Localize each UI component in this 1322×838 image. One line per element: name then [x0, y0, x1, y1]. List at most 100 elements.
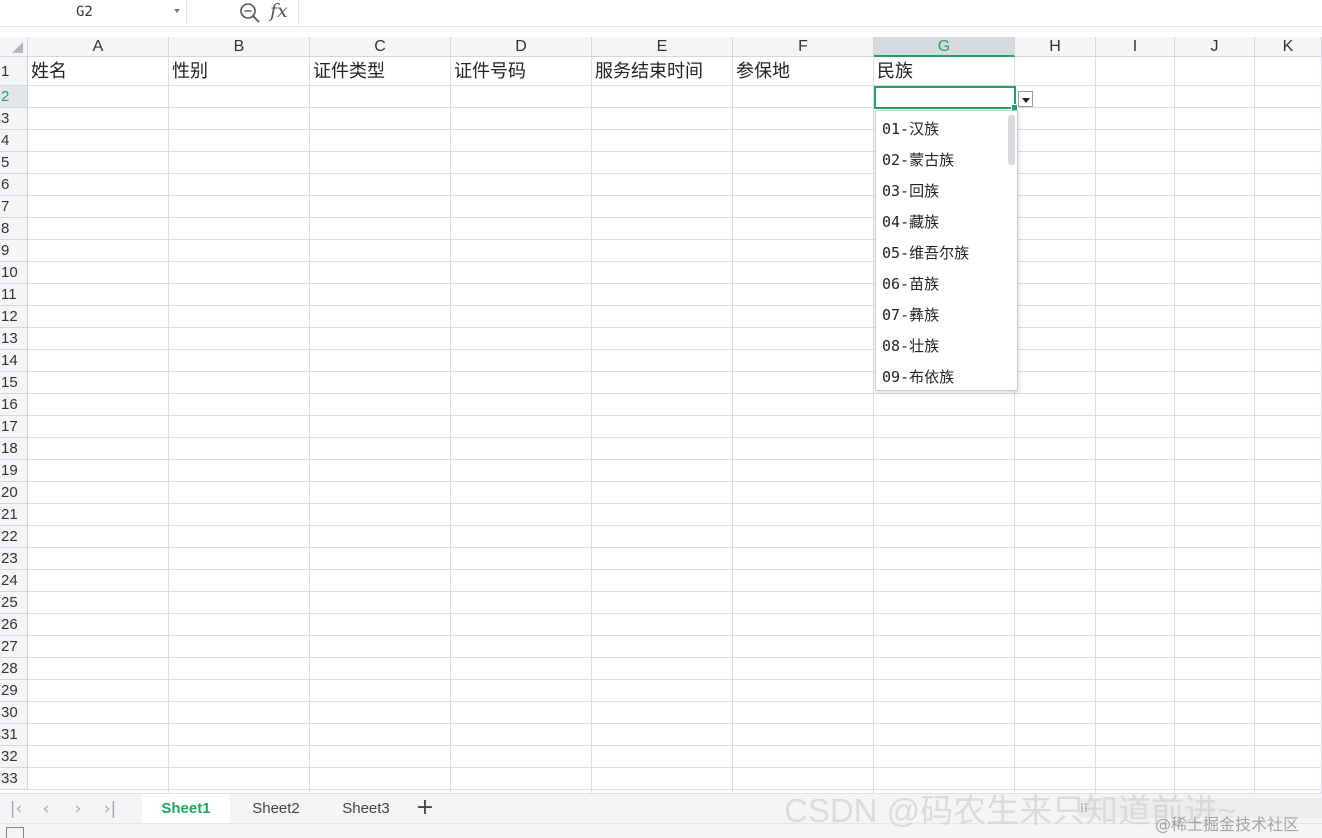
dropdown-option[interactable]: 05-维吾尔族	[876, 238, 1006, 269]
dropdown-option[interactable]: 01-汉族	[876, 114, 1006, 145]
row-header-23[interactable]: 23	[0, 548, 28, 570]
row-header-30[interactable]: 30	[0, 702, 28, 724]
row-header-14[interactable]: 14	[0, 350, 28, 372]
grid-row-line	[28, 767, 1322, 768]
row-header-27[interactable]: 27	[0, 636, 28, 658]
validation-dropdown-button[interactable]	[1018, 91, 1033, 107]
row-header-10[interactable]: 10	[0, 262, 28, 284]
sheet-tab-1[interactable]: Sheet1	[142, 794, 230, 823]
grid-column-line	[450, 57, 451, 793]
dropdown-option[interactable]: 06-苗族	[876, 269, 1006, 300]
header-cell-c1[interactable]: 证件类型	[310, 58, 450, 86]
row-header-3[interactable]: 3	[0, 108, 28, 130]
row-header-2[interactable]: 2	[0, 86, 28, 108]
dropdown-scrollbar[interactable]	[1008, 115, 1015, 165]
row-header-25[interactable]: 25	[0, 592, 28, 614]
sheet-tab-2[interactable]: Sheet2	[232, 794, 320, 823]
watermark-small-text: @稀土掘金技术社区	[1155, 815, 1300, 834]
grid-row-line	[28, 261, 1322, 262]
header-cell-a1[interactable]: 姓名	[28, 58, 168, 86]
row-header-28[interactable]: 28	[0, 658, 28, 680]
column-header-e[interactable]: E	[592, 37, 733, 57]
first-sheet-icon[interactable]: |‹	[6, 798, 26, 820]
row-header-15[interactable]: 15	[0, 372, 28, 394]
grid-row-line	[28, 569, 1322, 570]
column-header-j[interactable]: J	[1175, 37, 1255, 57]
last-sheet-icon[interactable]: ›|	[100, 798, 120, 820]
grid-row-line	[28, 591, 1322, 592]
column-header-g[interactable]: G	[874, 37, 1015, 57]
header-cell-g1[interactable]: 民族	[874, 58, 1014, 86]
column-header-b[interactable]: B	[169, 37, 310, 57]
row-header-5[interactable]: 5	[0, 152, 28, 174]
row-header-19[interactable]: 19	[0, 460, 28, 482]
header-cell-d1[interactable]: 证件号码	[451, 58, 591, 86]
grid-row-line	[28, 371, 1322, 372]
row-header-7[interactable]: 7	[0, 196, 28, 218]
next-sheet-icon[interactable]: ›	[68, 798, 88, 820]
row-header-8[interactable]: 8	[0, 218, 28, 240]
row-header-4[interactable]: 4	[0, 130, 28, 152]
grid-row-line	[28, 459, 1322, 460]
header-cell-b1[interactable]: 性别	[169, 58, 309, 86]
formula-input[interactable]	[302, 0, 1320, 25]
row-header-21[interactable]: 21	[0, 504, 28, 526]
column-header-a[interactable]: A	[28, 37, 169, 57]
add-sheet-button[interactable]: +	[414, 795, 436, 821]
row-header-22[interactable]: 22	[0, 526, 28, 548]
row-header-17[interactable]: 17	[0, 416, 28, 438]
grid-row-line	[28, 745, 1322, 746]
spreadsheet-grid[interactable]: A B C D E F G H I J K 1 2 3 4 5 6 7 8 9 10 11 12 13 14 15 16 17 18 19…	[0, 37, 1322, 793]
row-header-26[interactable]: 26	[0, 614, 28, 636]
column-header-c[interactable]: C	[310, 37, 451, 57]
grid-row-line	[28, 151, 1322, 152]
grid-row-line	[28, 107, 1322, 108]
row-header-9[interactable]: 9	[0, 240, 28, 262]
row-header-18[interactable]: 18	[0, 438, 28, 460]
column-header-d[interactable]: D	[451, 37, 592, 57]
zoom-icon[interactable]	[238, 1, 262, 25]
grid-row-line	[28, 701, 1322, 702]
page-view-icon[interactable]	[6, 827, 24, 838]
dropdown-option[interactable]: 03-回族	[876, 176, 1006, 207]
row-header-32[interactable]: 32	[0, 746, 28, 768]
grid-row-line	[28, 195, 1322, 196]
select-all-corner[interactable]	[0, 37, 28, 57]
row-header-29[interactable]: 29	[0, 680, 28, 702]
active-cell-g2[interactable]	[874, 86, 1018, 111]
row-header-33[interactable]: 33	[0, 768, 28, 790]
name-box[interactable]: G2	[0, 0, 187, 24]
row-header-13[interactable]: 13	[0, 328, 28, 350]
column-header-k[interactable]: K	[1255, 37, 1322, 57]
column-header-f[interactable]: F	[733, 37, 874, 57]
row-header-1[interactable]: 1	[0, 57, 28, 86]
validation-dropdown-list[interactable]: 01-汉族 02-蒙古族 03-回族 04-藏族 05-维吾尔族 06-苗族 07-彝族 08…	[875, 110, 1018, 391]
header-cell-e1[interactable]: 服务结束时间	[592, 58, 732, 86]
name-box-dropdown-icon[interactable]	[174, 9, 180, 13]
dropdown-option[interactable]: 04-藏族	[876, 207, 1006, 238]
grid-column-line	[1174, 57, 1175, 793]
grid-row-line	[28, 415, 1322, 416]
row-header-12[interactable]: 12	[0, 306, 28, 328]
prev-sheet-icon[interactable]: ‹	[36, 798, 56, 820]
row-header-11[interactable]: 11	[0, 284, 28, 306]
grid-column-line	[309, 57, 310, 793]
row-header-24[interactable]: 24	[0, 570, 28, 592]
sheet-tab-3[interactable]: Sheet3	[322, 794, 410, 823]
row-header-31[interactable]: 31	[0, 724, 28, 746]
fx-icon[interactable]: fx	[270, 0, 288, 22]
row-header-20[interactable]: 20	[0, 482, 28, 504]
dropdown-option[interactable]: 08-壮族	[876, 331, 1006, 362]
row-header-16[interactable]: 16	[0, 394, 28, 416]
grid-row-line	[28, 129, 1322, 130]
column-header-i[interactable]: I	[1096, 37, 1175, 57]
column-header-h[interactable]: H	[1015, 37, 1096, 57]
grid-row-line	[28, 679, 1322, 680]
dropdown-option[interactable]: 07-彝族	[876, 300, 1006, 331]
header-cell-f1[interactable]: 参保地	[733, 58, 873, 86]
dropdown-option[interactable]: 02-蒙古族	[876, 145, 1006, 176]
grid-row-line	[28, 349, 1322, 350]
row-header-6[interactable]: 6	[0, 174, 28, 196]
dropdown-option[interactable]: 09-布依族	[876, 362, 1006, 390]
grid-row-line	[28, 613, 1322, 614]
